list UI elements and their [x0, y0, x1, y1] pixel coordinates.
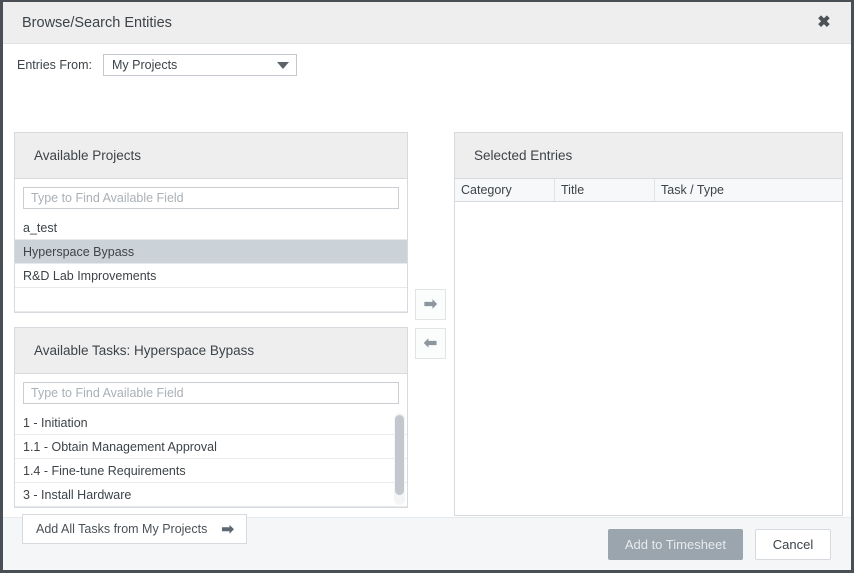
available-tasks-list: 1 - Initiation1.1 - Obtain Management Ap… — [15, 411, 407, 507]
cancel-button[interactable]: Cancel — [755, 529, 831, 560]
available-projects-list: a_testHyperspace BypassR&D Lab Improveme… — [15, 216, 407, 312]
add-all-tasks-button[interactable]: Add All Tasks from My Projects ➡ — [22, 514, 247, 544]
task-list-item[interactable]: 1.4 - Fine-tune Requirements — [15, 459, 407, 483]
task-list-item[interactable]: 1.1 - Obtain Management Approval — [15, 435, 407, 459]
selected-entries-column-header[interactable]: Title — [555, 179, 655, 201]
available-projects-heading: Available Projects — [15, 133, 407, 179]
selected-entries-column-header[interactable]: Category — [455, 179, 555, 201]
project-list-item-empty — [15, 288, 407, 312]
add-all-tasks-label: Add All Tasks from My Projects — [36, 522, 207, 536]
transfer-buttons: ➡ ⬅ — [415, 289, 446, 359]
arrow-left-icon: ⬅ — [424, 336, 437, 352]
dialog-title: Browse/Search Entities — [22, 15, 172, 31]
available-tasks-filter-wrap — [15, 374, 407, 411]
selected-entries-heading: Selected Entries — [455, 133, 842, 179]
vertical-scrollbar[interactable] — [394, 413, 405, 505]
available-tasks-filter-input[interactable] — [23, 382, 399, 404]
available-tasks-items: 1 - Initiation1.1 - Obtain Management Ap… — [15, 411, 407, 507]
project-list-item[interactable]: Hyperspace Bypass — [15, 240, 407, 264]
available-projects-panel: Available Projects a_testHyperspace Bypa… — [14, 132, 408, 313]
left-column: Available Projects a_testHyperspace Bypa… — [14, 132, 408, 544]
chevron-down-icon — [277, 62, 289, 69]
move-left-button[interactable]: ⬅ — [415, 328, 446, 359]
entries-from-select[interactable]: My Projects — [103, 54, 297, 76]
move-right-button[interactable]: ➡ — [415, 289, 446, 320]
right-column: Selected Entries CategoryTitleTask / Typ… — [454, 132, 843, 516]
task-list-item[interactable]: 3 - Install Hardware — [15, 483, 407, 507]
available-projects-filter-input[interactable] — [23, 187, 399, 209]
dialog-body: Entries From: My Projects Available Proj… — [3, 44, 851, 517]
selected-entries-panel: Selected Entries CategoryTitleTask / Typ… — [454, 132, 843, 516]
project-list-item[interactable]: a_test — [15, 216, 407, 240]
project-list-item[interactable]: R&D Lab Improvements — [15, 264, 407, 288]
selected-entries-table-header: CategoryTitleTask / Type — [455, 179, 842, 202]
close-icon[interactable]: ✖ — [811, 10, 837, 36]
arrow-right-icon: ➡ — [221, 522, 234, 537]
dialog-titlebar: Browse/Search Entities ✖ — [3, 2, 851, 44]
task-list-item[interactable]: 1 - Initiation — [15, 411, 407, 435]
add-to-timesheet-button[interactable]: Add to Timesheet — [608, 529, 743, 560]
selected-entries-column-header[interactable]: Task / Type — [655, 179, 842, 201]
entries-from-label: Entries From: — [3, 58, 103, 72]
available-tasks-panel: Available Tasks: Hyperspace Bypass 1 - I… — [14, 327, 408, 508]
entries-from-row: Entries From: My Projects — [3, 54, 297, 76]
entries-from-value: My Projects — [112, 58, 177, 72]
arrow-right-icon: ➡ — [424, 297, 437, 313]
browse-search-entities-dialog: Browse/Search Entities ✖ Entries From: M… — [0, 0, 854, 573]
available-tasks-heading: Available Tasks: Hyperspace Bypass — [15, 328, 407, 374]
available-projects-filter-wrap — [15, 179, 407, 216]
selected-entries-table-body — [455, 202, 842, 515]
scrollbar-thumb[interactable] — [395, 415, 404, 495]
add-all-wrap: Add All Tasks from My Projects ➡ — [14, 508, 408, 544]
